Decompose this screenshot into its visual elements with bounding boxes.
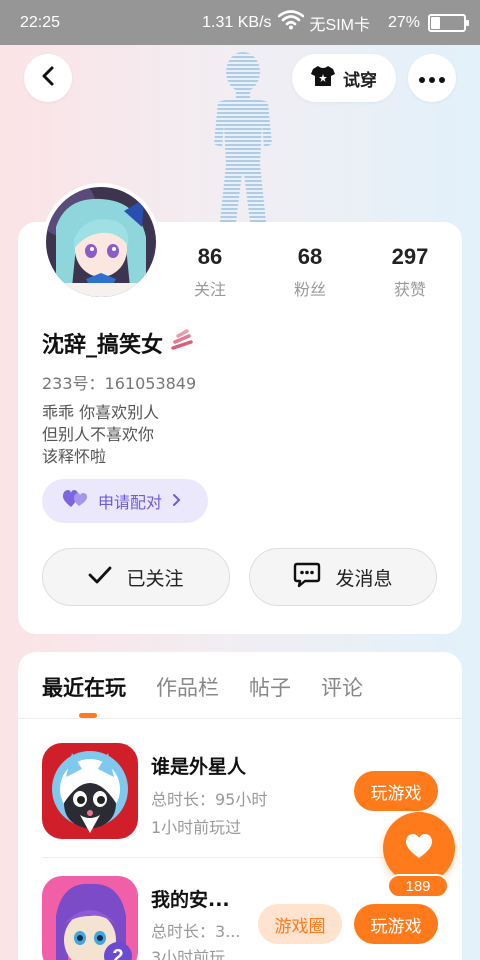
game-duration: 总时长：3... — [151, 922, 241, 941]
network-speed: 1.31 KB/s — [202, 13, 272, 31]
stat-likes[interactable]: 297 获赞 — [360, 244, 460, 300]
bio-line: 该释怀啦 — [42, 447, 107, 466]
tab-posts[interactable]: 帖子 — [249, 672, 291, 702]
battery-percent: 27% — [387, 13, 420, 31]
status-time: 22:25 — [20, 13, 61, 31]
play-game-button[interactable]: 玩游戏 — [354, 771, 438, 811]
divider — [42, 857, 438, 858]
send-message-button[interactable]: 发消息 — [249, 548, 437, 606]
chevron-left-icon — [40, 65, 56, 91]
username: 沈辞_搞笑女 — [42, 333, 164, 358]
heart-icon — [404, 833, 434, 863]
stat-value: 86 — [197, 244, 223, 269]
stat-value: 297 — [391, 244, 429, 269]
stat-following[interactable]: 86 关注 — [160, 244, 260, 300]
like-count-badge: 189 — [387, 874, 449, 898]
stat-label: 关注 — [193, 280, 226, 299]
apply-match-button[interactable]: 申请配对 — [42, 479, 208, 523]
back-button[interactable] — [24, 54, 72, 102]
chat-bubble-icon — [293, 562, 321, 593]
tab-comments[interactable]: 评论 — [321, 672, 363, 702]
tshirt-icon — [311, 65, 335, 92]
game-icon-my-angela[interactable]: 2 — [42, 876, 138, 960]
tab-recently-played[interactable]: 最近在玩 — [42, 672, 126, 702]
game-title[interactable]: 谁是外星人 — [151, 752, 246, 779]
carrier-label: 无SIM卡 — [309, 16, 370, 34]
followed-button[interactable]: 已关注 — [42, 548, 230, 606]
chevron-right-icon — [172, 492, 182, 511]
wifi-icon — [277, 10, 304, 35]
user-id: 233号：161053849 — [42, 374, 197, 393]
status-bar: 22:25 1.31 KB/s 无SIM卡 27% — [0, 0, 480, 45]
game-duration: 总时长：95小时 — [151, 790, 268, 809]
try-on-button[interactable]: 试穿 — [292, 54, 396, 102]
game-icon-alien[interactable] — [42, 743, 138, 839]
try-on-label: 试穿 — [343, 70, 377, 91]
game-last-played: 1小时前玩过 — [151, 818, 242, 837]
apply-match-label: 申请配对 — [98, 493, 163, 512]
stat-followers[interactable]: 68 粉丝 — [260, 244, 360, 300]
check-icon — [88, 565, 112, 590]
stats-row: 86 关注 68 粉丝 297 获赞 — [160, 244, 462, 300]
battery-icon — [428, 13, 469, 32]
game-circle-button[interactable]: 游戏圈 — [258, 904, 342, 944]
game-title[interactable]: 我的安... — [151, 885, 230, 912]
bio-line: 但别人不喜欢你 — [42, 425, 155, 444]
divider — [18, 718, 462, 719]
profile-avatar[interactable] — [42, 183, 160, 301]
hearts-icon — [62, 489, 88, 513]
bio-line: 乖乖 你喜欢别人 — [42, 403, 160, 422]
svg-text:2: 2 — [112, 946, 123, 960]
stat-label: 获赞 — [393, 280, 426, 299]
stat-value: 68 — [297, 244, 323, 269]
game-last-played: 3小时前玩 — [151, 948, 226, 960]
avatar-figure-image — [196, 44, 290, 222]
followed-label: 已关注 — [126, 567, 184, 590]
send-message-label: 发消息 — [335, 567, 393, 590]
stat-label: 粉丝 — [293, 280, 326, 299]
tab-works[interactable]: 作品栏 — [156, 672, 219, 702]
more-dots-icon — [418, 69, 446, 88]
more-button[interactable] — [408, 54, 456, 102]
tab-bar: 最近在玩 作品栏 帖子 评论 — [42, 672, 363, 702]
play-game-button[interactable]: 玩游戏 — [354, 904, 438, 944]
user-bio: 乖乖 你喜欢别人 但别人不喜欢你 该释怀啦 — [42, 402, 159, 468]
level-badge-icon — [169, 328, 195, 358]
username-row: 沈辞_搞笑女 — [42, 327, 195, 359]
